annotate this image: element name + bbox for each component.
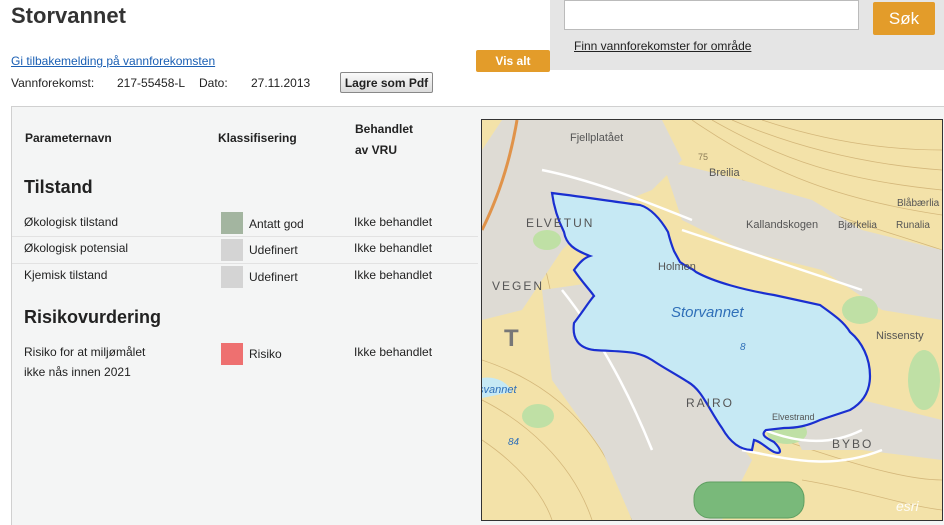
label-runalia: Runalia — [896, 220, 930, 231]
label-kallandskogen: Kallandskogen — [746, 219, 818, 231]
status-swatch — [221, 343, 243, 365]
label-vannet: svannet — [482, 384, 517, 396]
classification-value: Antatt god — [249, 217, 304, 231]
classification-value: Udefinert — [249, 243, 298, 257]
treatment-status: Ikke behandlet — [354, 215, 433, 229]
label-breilia: Breilia — [709, 167, 740, 179]
vannforekomst-value: 217-55458-L — [117, 76, 186, 90]
header-av-vru: av VRU — [355, 143, 398, 157]
header-klassifisering: Klassifisering — [218, 131, 297, 145]
treatment-status: Ikke behandlet — [354, 345, 433, 359]
page-title: Storvannet — [11, 3, 126, 28]
label-elvestrand: Elvestrand — [772, 412, 815, 422]
parameter-name-line2: ikke nås innen 2021 — [24, 365, 131, 379]
map-symbol-t: T — [504, 325, 519, 352]
treatment-status: Ikke behandlet — [354, 268, 433, 282]
table-row: Risiko for at miljømålet ikke nås innen … — [12, 342, 478, 382]
search-panel: Søk Finn vannforekomster for område — [550, 0, 944, 70]
header-behandlet: Behandlet — [355, 122, 414, 136]
save-pdf-button[interactable]: Lagre som Pdf — [340, 72, 433, 93]
sports-field — [693, 481, 805, 519]
label-depth-8: 8 — [740, 342, 746, 353]
label-nissensty: Nissensty — [876, 330, 924, 342]
feedback-link[interactable]: Gi tilbakemelding på vannforekomsten — [11, 54, 215, 68]
show-all-button[interactable]: Vis alt — [476, 50, 550, 72]
find-waterbodies-link[interactable]: Finn vannforekomster for område — [574, 39, 751, 53]
classification-value: Udefinert — [249, 270, 298, 284]
label-holmen: Holmen — [658, 261, 696, 273]
dato-label: Dato: — [199, 76, 228, 90]
label-depth-84: 84 — [508, 437, 520, 448]
label-vegen: VEGEN — [492, 279, 544, 293]
label-blabarlia: Blåbærlia — [897, 197, 940, 209]
map-view[interactable]: Fjellplatået Breilia 75 ELVETUN Kallands… — [481, 119, 943, 521]
table-row: Økologisk tilstand Antatt god Ikke behan… — [12, 210, 478, 237]
label-elvetun: ELVETUN — [526, 216, 594, 230]
table-row: Kjemisk tilstand Udefinert Ikke behandle… — [12, 264, 478, 290]
vannforekomst-label: Vannforekomst: — [11, 76, 95, 90]
header-parameter: Parameternavn — [25, 131, 112, 145]
map-canvas[interactable]: Fjellplatået Breilia 75 ELVETUN Kallands… — [482, 120, 942, 520]
dato-value: 27.11.2013 — [251, 76, 311, 90]
parameter-name: Økologisk potensial — [24, 241, 129, 255]
status-swatch — [221, 239, 243, 261]
search-input[interactable] — [564, 0, 859, 30]
label-bybo: BYBO — [832, 437, 873, 451]
search-button[interactable]: Søk — [873, 2, 935, 35]
parameter-name: Risiko for at miljømålet — [24, 345, 146, 359]
label-bjorkelia: Bjørkelia — [838, 220, 877, 231]
parameter-name: Økologisk tilstand — [24, 215, 119, 229]
contour-label-75: 75 — [698, 152, 708, 162]
parameter-name: Kjemisk tilstand — [24, 268, 108, 282]
status-swatch — [221, 266, 243, 288]
classification-value: Risiko — [249, 347, 282, 361]
label-storvannet: Storvannet — [671, 304, 744, 321]
section-title-risikovurdering: Risikovurdering — [24, 307, 162, 327]
treatment-status: Ikke behandlet — [354, 241, 433, 255]
esri-logo: esri — [896, 498, 919, 514]
table-row: Økologisk potensial Udefinert Ikke behan… — [12, 237, 478, 264]
label-fjellplataet: Fjellplatået — [570, 132, 623, 144]
label-rairo: RAIRO — [686, 396, 734, 410]
status-swatch — [221, 212, 243, 234]
section-title-tilstand: Tilstand — [24, 177, 93, 197]
